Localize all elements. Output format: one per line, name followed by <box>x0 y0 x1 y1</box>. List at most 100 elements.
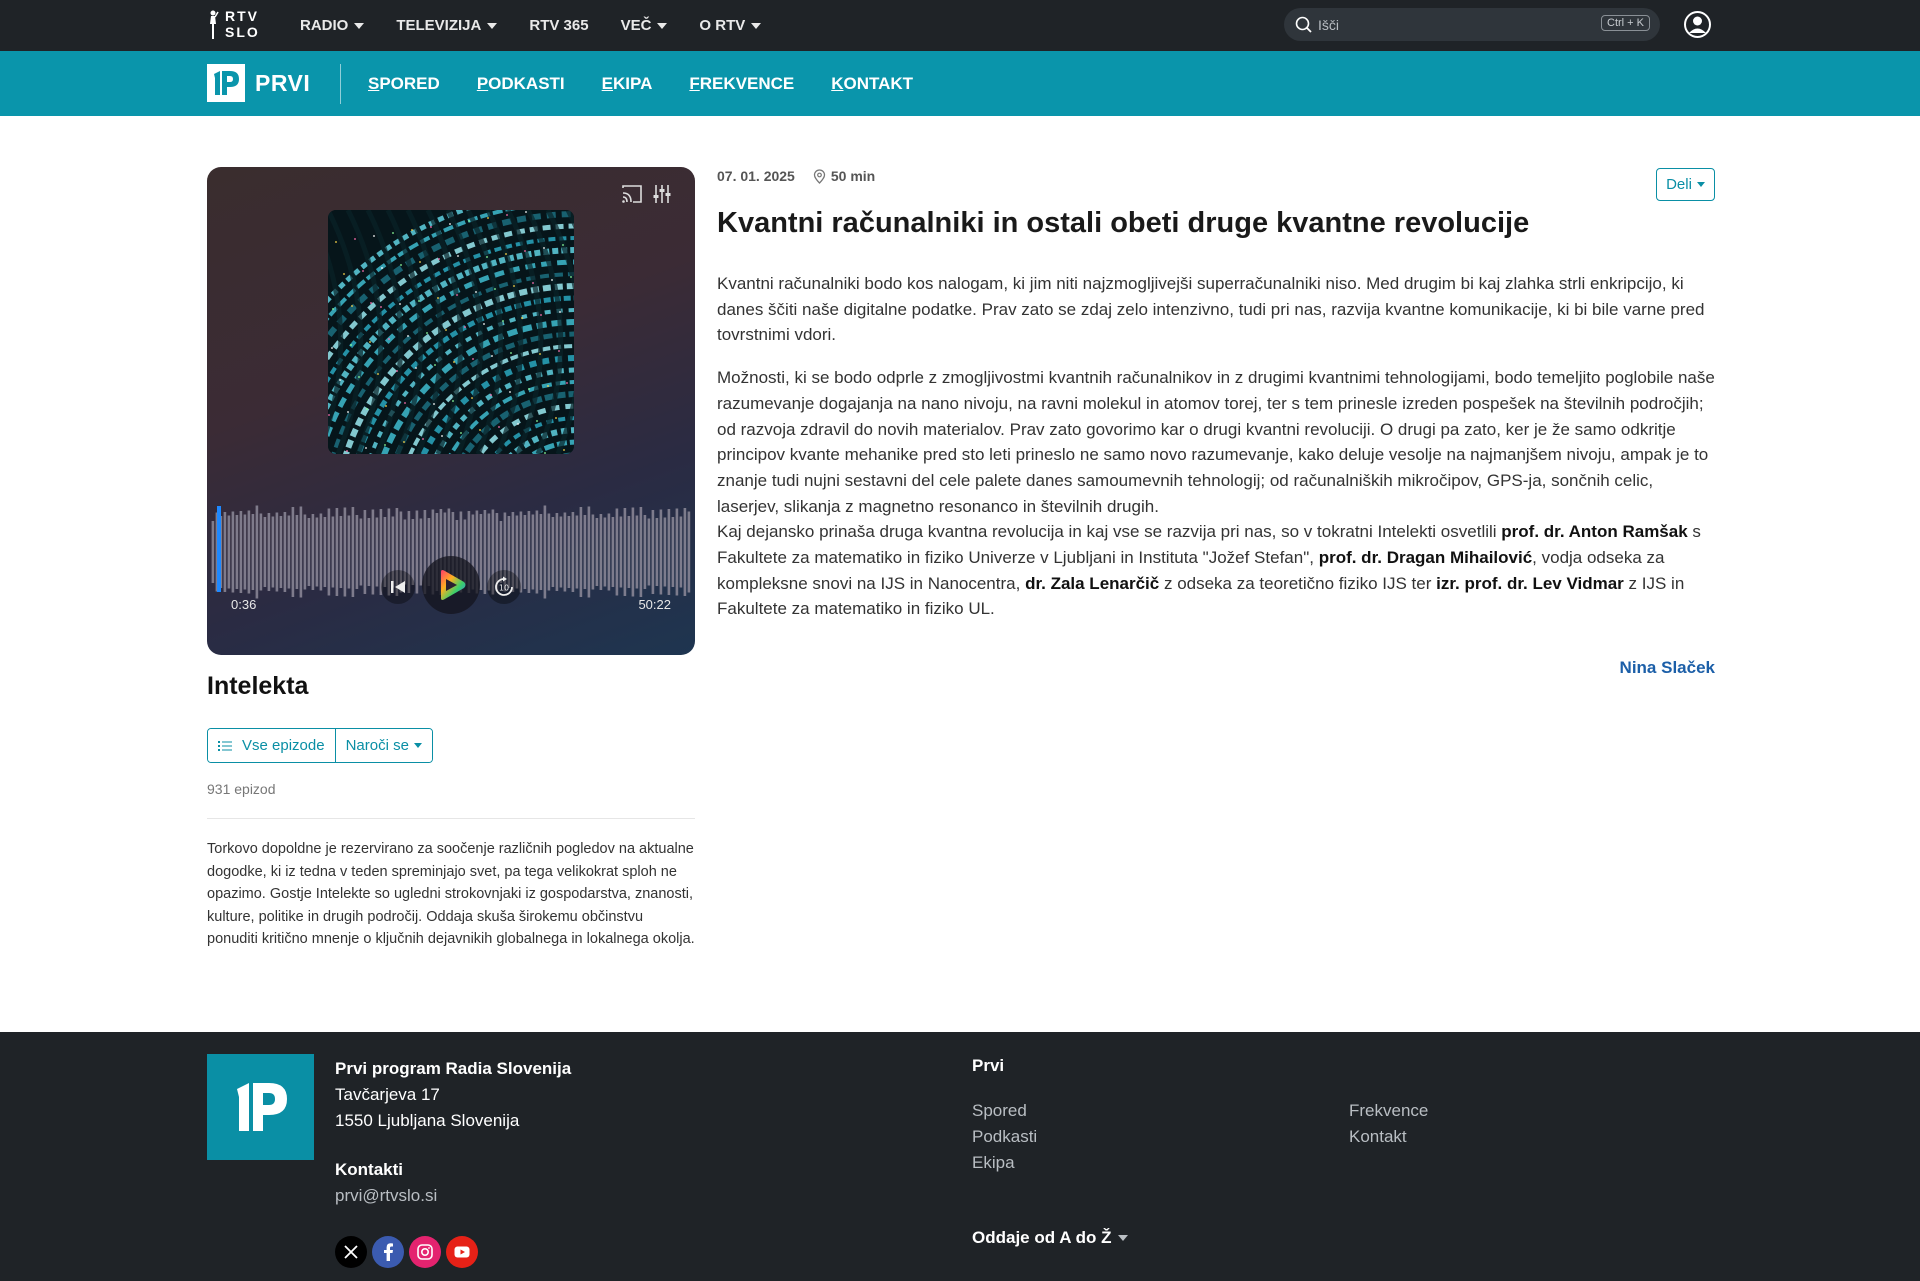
waveform-bar <box>607 513 611 591</box>
nav-rtv365[interactable]: RTV 365 <box>529 17 588 34</box>
waveform-bar <box>371 509 375 595</box>
waveform-bar <box>319 513 323 591</box>
footer-prvi-heading: Prvi <box>972 1056 1005 1075</box>
search-shortcut: Ctrl + K <box>1601 15 1650 31</box>
play-button[interactable] <box>422 556 480 614</box>
footer-address: Prvi program Radia Slovenija Tavčarjeva … <box>335 1056 571 1134</box>
footer-links-col1: Spored Podkasti Ekipa <box>972 1098 1037 1176</box>
footer-link-kontakt[interactable]: Kontakt <box>1349 1124 1428 1150</box>
waveform-bar <box>291 507 295 597</box>
main-nav: RADIO TELEVIZIJA RTV 365 VEČ O RTV <box>300 0 762 51</box>
waveform-bar <box>643 515 647 589</box>
waveform-bar <box>539 514 543 590</box>
search-input[interactable] <box>1318 12 1578 37</box>
waveform-bar <box>591 514 595 590</box>
footer-link-spored[interactable]: Spored <box>972 1098 1037 1124</box>
show-title[interactable]: Intelekta <box>207 672 308 701</box>
prvi-brand[interactable]: PRVI <box>207 64 341 104</box>
caret-down-icon <box>1118 1235 1129 1241</box>
duration-icon <box>813 168 826 184</box>
cast-icon[interactable] <box>622 185 642 203</box>
waveform-bar <box>271 516 275 588</box>
guest-name: prof. dr. Dragan Mihailović <box>1318 548 1533 568</box>
waveform-bar <box>571 512 575 592</box>
x-icon <box>344 1245 358 1259</box>
footer-prvi-logo[interactable] <box>207 1054 314 1160</box>
footer-links-col2: Frekvence Kontakt <box>1349 1098 1428 1150</box>
subscribe-button[interactable]: Naroči se <box>334 729 432 762</box>
x-button[interactable] <box>335 1236 367 1268</box>
youtube-button[interactable] <box>446 1236 478 1268</box>
footer-link-ekipa[interactable]: Ekipa <box>972 1150 1037 1176</box>
waveform-bar <box>267 513 271 591</box>
equalizer-icon[interactable] <box>653 184 671 204</box>
nav-podkasti[interactable]: PODKASTI <box>477 74 565 94</box>
user-circle-icon[interactable] <box>1683 10 1712 39</box>
p3-text: z odseka za teoretično fiziko IJS ter <box>1159 573 1437 593</box>
total-time: 50:22 <box>638 597 671 612</box>
nav-vec[interactable]: VEČ <box>621 17 668 34</box>
caret-down-icon <box>487 22 498 29</box>
waveform-bar <box>623 508 627 596</box>
waveform-bar <box>327 508 331 596</box>
logo-text-slo: SLO <box>225 24 260 40</box>
waveform-bar <box>259 513 263 591</box>
episode-title: Kvantni računalniki in ostali obeti drug… <box>717 207 1530 239</box>
caret-down-icon <box>751 22 762 29</box>
waveform-bar <box>687 511 691 593</box>
waveform-bar <box>603 517 607 587</box>
skip-back-button[interactable] <box>381 570 415 604</box>
waveform-bar <box>339 516 343 588</box>
top-bar: RTV SLO RADIO TELEVIZIJA RTV 365 VEČ O R… <box>0 0 1920 51</box>
org-name: Prvi program Radia Slovenija <box>335 1059 572 1078</box>
nav-radio[interactable]: RADIO <box>300 17 365 34</box>
waveform-bar <box>287 515 291 589</box>
waveform-bar <box>575 515 579 589</box>
email-link[interactable]: prvi@rtvslo.si <box>335 1186 437 1206</box>
waveform-bar <box>531 514 535 590</box>
rtv-slo-logo[interactable]: RTV SLO <box>207 8 267 42</box>
nav-o-rtv[interactable]: O RTV <box>699 17 762 34</box>
footer: Prvi program Radia Slovenija Tavčarjeva … <box>0 1032 1920 1281</box>
all-episodes-button[interactable]: Vse epizode <box>208 729 335 762</box>
social-links <box>335 1236 478 1268</box>
waveform-bar <box>535 510 539 594</box>
share-button[interactable]: Deli <box>1656 168 1715 201</box>
prvi-logo-icon <box>207 64 245 102</box>
waveform-bar <box>275 512 279 592</box>
waveform-bar <box>483 510 487 594</box>
shows-a-z-dropdown[interactable]: Oddaje od A do Ž <box>972 1228 1129 1248</box>
forward-10-button[interactable]: 10 <box>487 570 521 604</box>
waveform-bar <box>683 508 687 596</box>
footer-link-podkasti[interactable]: Podkasti <box>972 1124 1037 1150</box>
youtube-icon <box>454 1246 470 1258</box>
waveform-bar <box>527 511 531 593</box>
nav-ekipa[interactable]: EKIPA <box>602 74 653 94</box>
waveform-bar <box>335 508 339 596</box>
waveform-bar <box>211 521 215 583</box>
waveform-bar <box>543 505 547 599</box>
current-time: 0:36 <box>231 597 257 612</box>
episode-duration: 50 min <box>813 168 875 184</box>
facebook-button[interactable] <box>372 1236 404 1268</box>
nav-frekvence[interactable]: FREKVENCE <box>689 74 794 94</box>
prvi-logo-icon <box>236 1083 287 1131</box>
nav-televizija[interactable]: TELEVIZIJA <box>396 17 498 34</box>
waveform-bar <box>347 515 351 589</box>
waveform-bar <box>419 518 423 586</box>
nav-kontakt[interactable]: KONTAKT <box>831 74 913 94</box>
waveform-bar <box>579 507 583 597</box>
episode-count: 931 epizod <box>207 781 276 797</box>
footer-link-frekvence[interactable]: Frekvence <box>1349 1098 1428 1124</box>
nav-spored[interactable]: SPORED <box>368 74 440 94</box>
waveform-bar <box>547 513 551 591</box>
audio-player: 0:36 50:22 10 <box>207 167 695 655</box>
author-link[interactable]: Nina Slaček <box>1614 658 1715 678</box>
waveform-bar <box>315 517 319 587</box>
caret-down-icon <box>1696 182 1705 187</box>
brand-name: PRVI <box>255 69 311 96</box>
instagram-button[interactable] <box>409 1236 441 1268</box>
waveform-bar <box>651 510 655 594</box>
waveform-bar <box>299 506 303 598</box>
waveform-bar <box>295 515 299 589</box>
